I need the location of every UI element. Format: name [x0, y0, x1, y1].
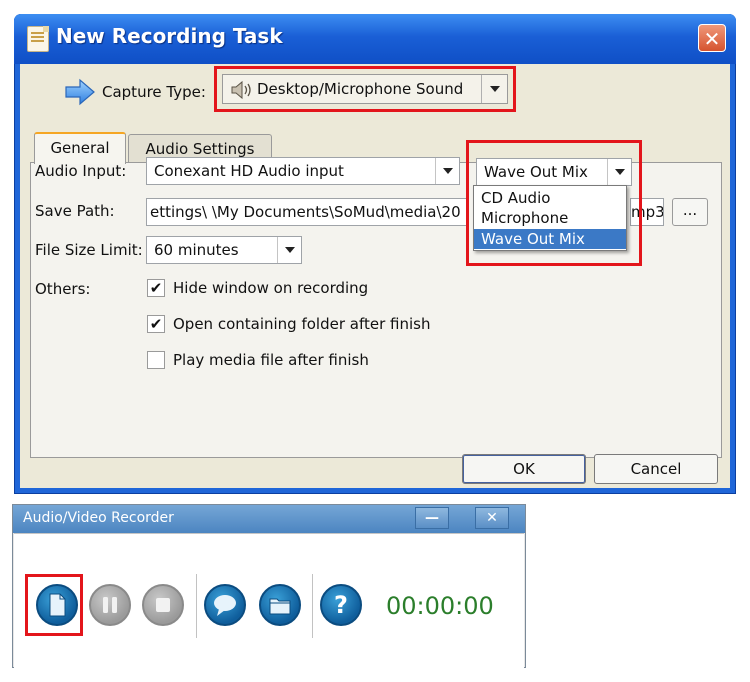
play-media-label: Play media file after finish: [173, 351, 369, 369]
file-size-dropdown-button[interactable]: [277, 237, 301, 263]
recorder-close-button[interactable]: ✕: [475, 507, 509, 529]
capture-type-highlight: [214, 66, 516, 112]
comment-button[interactable]: [204, 584, 246, 626]
folder-icon: [269, 598, 291, 615]
dialog-titlebar: New Recording Task ✕: [14, 14, 736, 64]
tab-general[interactable]: General: [34, 132, 126, 164]
audio-input-dropdown-button[interactable]: [435, 158, 459, 184]
hide-window-checkbox[interactable]: ✔: [147, 279, 165, 297]
open-folder-button[interactable]: [259, 584, 301, 626]
file-size-limit-select[interactable]: 60 minutes: [146, 236, 302, 264]
chat-bubble-icon: [214, 595, 236, 616]
dialog-title: New Recording Task: [56, 24, 283, 48]
audio-input-value: Conexant HD Audio input: [154, 162, 344, 180]
pause-button[interactable]: [89, 584, 131, 626]
document-icon: [27, 26, 49, 52]
toolbar-separator: [312, 574, 313, 638]
save-path-value: ettings\ \My Documents\SoMud\media\20: [150, 203, 461, 221]
help-button[interactable]: ?: [320, 584, 362, 626]
file-size-limit-label: File Size Limit:: [35, 241, 143, 259]
capture-type-label: Capture Type:: [102, 83, 206, 101]
save-path-input[interactable]: ettings\ \My Documents\SoMud\media\20: [146, 198, 468, 226]
recorder-toolbar: ? 00:00:00: [14, 533, 524, 668]
file-size-limit-value: 60 minutes: [154, 241, 239, 259]
open-folder-label: Open containing folder after finish: [173, 315, 431, 333]
source-highlight: [466, 140, 642, 266]
help-icon: ?: [334, 591, 348, 619]
open-folder-checkbox[interactable]: ✔: [147, 315, 165, 333]
new-recording-highlight: [25, 574, 83, 636]
toolbar-separator: [196, 574, 197, 638]
stop-button[interactable]: [142, 584, 184, 626]
play-media-checkbox[interactable]: [147, 351, 165, 369]
recorder-titlebar: Audio/Video Recorder — ✕: [13, 505, 525, 533]
others-label: Others:: [35, 280, 91, 298]
cancel-button[interactable]: Cancel: [594, 454, 718, 484]
chevron-down-icon: [285, 247, 295, 253]
arrow-right-icon: [65, 78, 95, 106]
chevron-down-icon: [443, 168, 453, 174]
audio-input-label: Audio Input:: [35, 162, 127, 180]
save-path-label: Save Path:: [35, 202, 115, 220]
dialog-client-area: Capture Type: Desktop/Microphone Sound G…: [20, 64, 730, 488]
dialog-close-button[interactable]: ✕: [698, 24, 726, 52]
pause-icon: [103, 597, 117, 613]
browse-button[interactable]: ...: [672, 198, 708, 226]
recording-timer: 00:00:00: [386, 592, 494, 620]
ok-button[interactable]: OK: [462, 454, 586, 484]
stop-icon: [156, 598, 170, 612]
hide-window-label: Hide window on recording: [173, 279, 369, 297]
recorder-minimize-button[interactable]: —: [415, 507, 449, 529]
audio-video-recorder-window: Audio/Video Recorder — ✕ ? 00:00:00: [12, 504, 526, 668]
audio-input-select[interactable]: Conexant HD Audio input: [146, 157, 460, 185]
recorder-title: Audio/Video Recorder: [23, 510, 174, 526]
